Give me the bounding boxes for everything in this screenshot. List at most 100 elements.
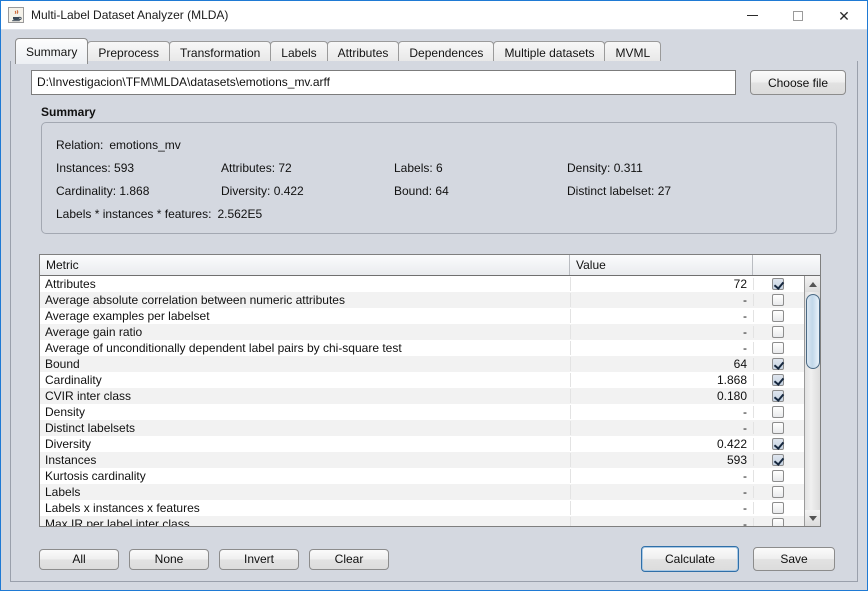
bound-label: Bound:: [394, 184, 433, 198]
metric-select-cell[interactable]: [753, 454, 801, 466]
window-title: Multi-Label Dataset Analyzer (MLDA): [31, 8, 229, 22]
select-all-button[interactable]: All: [39, 548, 119, 570]
table-row[interactable]: Labels x instances x features -: [40, 500, 820, 516]
metrics-table-scrollbar[interactable]: [804, 276, 820, 526]
summary-group-title: Summary: [41, 105, 96, 119]
application-window: Multi-Label Dataset Analyzer (MLDA) ✕ Su…: [0, 0, 868, 591]
table-row[interactable]: Average examples per labelset -: [40, 308, 820, 324]
table-row[interactable]: Kurtosis cardinality -: [40, 468, 820, 484]
close-button[interactable]: ✕: [821, 1, 867, 30]
attributes-label: Attributes:: [221, 161, 276, 175]
checkbox-unchecked-icon[interactable]: [771, 406, 784, 418]
metric-select-cell[interactable]: [753, 406, 801, 418]
choose-file-button[interactable]: Choose file: [750, 70, 846, 95]
checkbox-checked-icon[interactable]: [771, 358, 784, 370]
metric-name-cell: Instances: [45, 453, 97, 467]
checkbox-unchecked-icon[interactable]: [771, 326, 784, 338]
select-none-button[interactable]: None: [129, 548, 209, 570]
checkbox-checked-icon[interactable]: [771, 278, 784, 290]
labels-value: 6: [436, 161, 443, 175]
minimize-button[interactable]: [729, 1, 775, 30]
metric-select-cell[interactable]: [753, 326, 801, 338]
tab-label: Transformation: [180, 46, 261, 60]
checkbox-checked-icon[interactable]: [771, 454, 784, 466]
checkbox-checked-icon[interactable]: [771, 390, 784, 402]
metric-select-cell[interactable]: [753, 310, 801, 322]
metric-select-cell[interactable]: [753, 374, 801, 386]
clear-button[interactable]: Clear: [309, 548, 389, 570]
table-row[interactable]: Max IR per label inter class -: [40, 516, 820, 526]
metric-select-cell[interactable]: [753, 470, 801, 482]
table-row[interactable]: Average gain ratio -: [40, 324, 820, 340]
metric-value-cell: 593: [570, 453, 753, 467]
checkbox-unchecked-icon[interactable]: [771, 342, 784, 354]
dataset-path-input[interactable]: D:\Investigacion\TFM\MLDA\datasets\emoti…: [31, 70, 736, 95]
instances-label: Instances:: [56, 161, 111, 175]
checkbox-checked-icon[interactable]: [771, 438, 784, 450]
table-row[interactable]: Instances 593: [40, 452, 820, 468]
metric-select-cell[interactable]: [753, 358, 801, 370]
checkbox-checked-icon[interactable]: [771, 374, 784, 386]
table-row[interactable]: Density -: [40, 404, 820, 420]
table-row[interactable]: Bound 64: [40, 356, 820, 372]
checkbox-unchecked-icon[interactable]: [771, 518, 784, 526]
tab-label: Summary: [26, 44, 78, 59]
metric-select-cell[interactable]: [753, 518, 801, 526]
metric-select-cell[interactable]: [753, 422, 801, 434]
metric-name-cell: CVIR inter class: [45, 389, 132, 403]
file-chooser-row: D:\Investigacion\TFM\MLDA\datasets\emoti…: [31, 70, 846, 95]
metric-select-cell[interactable]: [753, 486, 801, 498]
metrics-table: Metric Value Attributes 72 Average absolut…: [39, 254, 821, 527]
metric-select-cell[interactable]: [753, 390, 801, 402]
checkbox-unchecked-icon[interactable]: [771, 422, 784, 434]
metric-value-cell: 64: [570, 357, 753, 371]
column-header-value[interactable]: Value: [570, 255, 753, 275]
metric-select-cell[interactable]: [753, 502, 801, 514]
scroll-up-button[interactable]: [805, 276, 820, 292]
tab-summary[interactable]: Summary: [15, 38, 89, 64]
attributes-value: 72: [278, 161, 292, 175]
bound-stat: Bound: 64: [394, 184, 567, 198]
relation-value: emotions_mv: [109, 138, 181, 152]
metrics-table-body: Attributes 72 Average absolute correlation…: [40, 276, 820, 526]
maximize-icon: [793, 10, 803, 21]
table-row[interactable]: Diversity 0.422: [40, 436, 820, 452]
table-row[interactable]: CVIR inter class 0.180: [40, 388, 820, 404]
table-row[interactable]: Cardinality 1.868: [40, 372, 820, 388]
metric-select-cell[interactable]: [753, 278, 801, 290]
tab-bar: Summary Preprocess Transformation Labels…: [15, 36, 867, 64]
table-row[interactable]: Attributes 72: [40, 276, 820, 292]
table-row[interactable]: Average absolute correlation between num…: [40, 292, 820, 308]
scrollbar-thumb[interactable]: [806, 294, 820, 369]
metric-name-cell: Bound: [45, 357, 80, 371]
metric-name-cell: Labels x instances x features: [45, 501, 200, 515]
calculate-button[interactable]: Calculate: [641, 546, 739, 572]
table-row[interactable]: Labels -: [40, 484, 820, 500]
checkbox-unchecked-icon[interactable]: [771, 294, 784, 306]
metric-value-cell: 72: [570, 277, 753, 291]
cardinality-stat: Cardinality: 1.868: [56, 184, 221, 198]
table-row[interactable]: Average of unconditionally dependent lab…: [40, 340, 820, 356]
metric-name-cell: Cardinality: [45, 373, 102, 387]
lif-label: Labels * instances * features:: [56, 207, 212, 221]
metric-value-cell: -: [570, 421, 753, 435]
metric-name-cell: Labels: [45, 485, 81, 499]
checkbox-unchecked-icon[interactable]: [771, 502, 784, 514]
metric-value-cell: 0.180: [570, 389, 753, 403]
metric-select-cell[interactable]: [753, 438, 801, 450]
scroll-up-icon: [808, 281, 817, 287]
maximize-button[interactable]: [775, 1, 821, 30]
density-label: Density:: [567, 161, 611, 175]
checkbox-unchecked-icon[interactable]: [771, 470, 784, 482]
checkbox-unchecked-icon[interactable]: [771, 486, 784, 498]
checkbox-unchecked-icon[interactable]: [771, 310, 784, 322]
column-header-select[interactable]: [753, 255, 801, 275]
distinct-labelset-label: Distinct labelset:: [567, 184, 655, 198]
invert-selection-button[interactable]: Invert: [219, 548, 299, 570]
metric-select-cell[interactable]: [753, 294, 801, 306]
scroll-down-button[interactable]: [805, 510, 820, 526]
column-header-metric[interactable]: Metric: [40, 255, 570, 275]
save-button[interactable]: Save: [753, 547, 835, 571]
table-row[interactable]: Distinct labelsets -: [40, 420, 820, 436]
metric-select-cell[interactable]: [753, 342, 801, 354]
